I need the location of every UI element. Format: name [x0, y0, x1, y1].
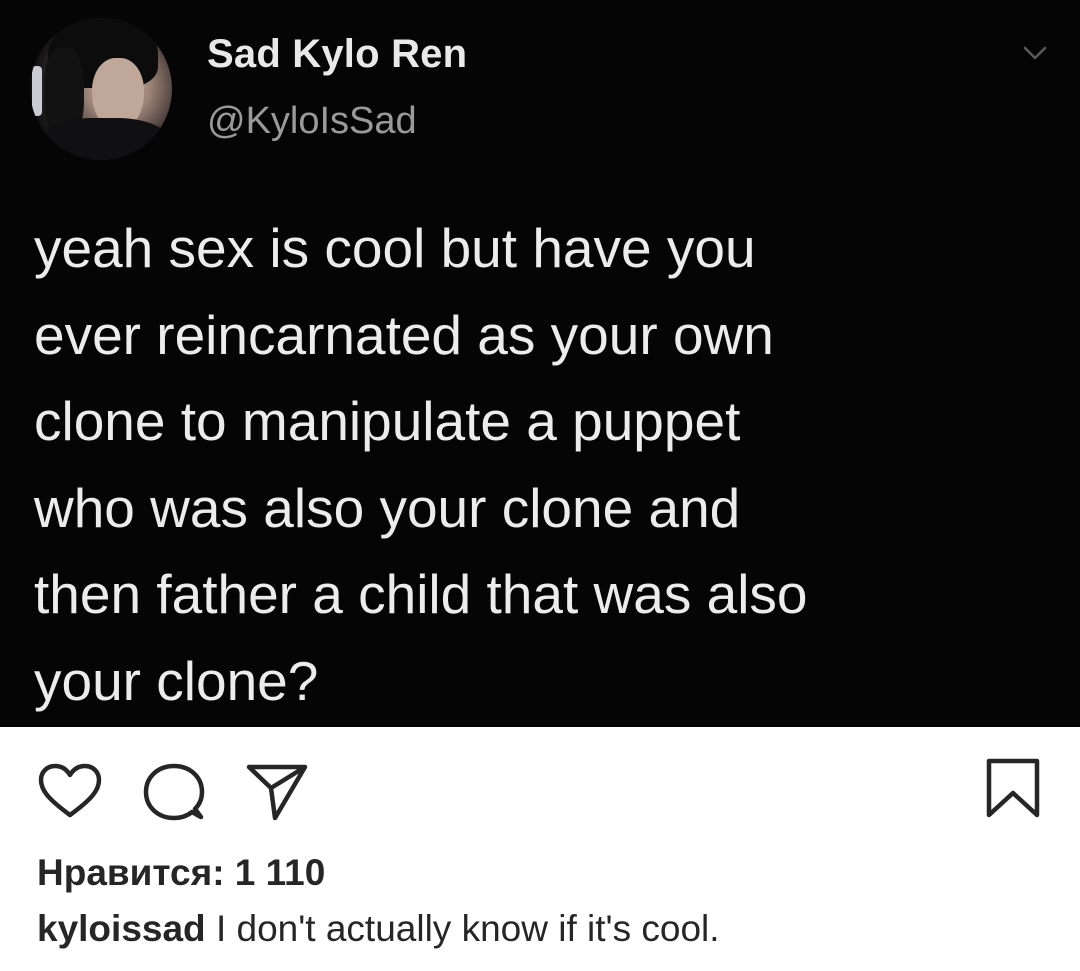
comment-bubble-icon[interactable]: [143, 762, 205, 822]
tweet-display-name: Sad Kylo Ren: [207, 32, 468, 76]
post-image: Sad Kylo Ren @KyloIsSad yeah sex is cool…: [0, 0, 1080, 727]
action-bar: [0, 727, 1080, 837]
likes-count[interactable]: Нравится: 1 110: [37, 852, 325, 894]
post-caption: kyloissad I don't actually know if it's …: [37, 908, 720, 950]
tweet-text: yeah sex is cool but have you ever reinc…: [34, 217, 808, 712]
tweet-handle: @KyloIsSad: [207, 100, 417, 142]
paper-plane-icon[interactable]: [245, 762, 309, 822]
avatar: [30, 18, 172, 160]
bookmark-icon[interactable]: [985, 757, 1041, 819]
chevron-down-icon: [1023, 46, 1047, 60]
caption-text: I don't actually know if it's cool.: [215, 908, 720, 949]
heart-icon[interactable]: [38, 763, 102, 819]
caption-username[interactable]: kyloissad: [37, 908, 206, 949]
